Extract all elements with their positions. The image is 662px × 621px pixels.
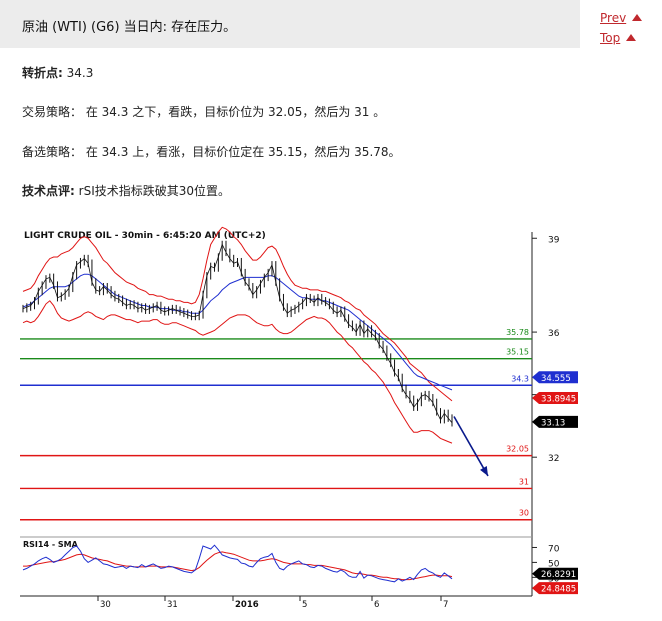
rsi-tick-label: 70 <box>548 544 560 554</box>
rsi-tag-label: 26.8291 <box>541 570 576 580</box>
level-label: 30 <box>519 509 529 518</box>
bollinger-lower-line <box>22 300 453 444</box>
forecast-arrow <box>453 416 489 477</box>
strategy-text: 在 34.3 之下，看跌，目标价位为 32.05，然后为 31 。 <box>85 105 386 119</box>
moving-average-line <box>22 273 453 391</box>
price-tick-label: 39 <box>548 235 560 245</box>
page-title: 原油 (WTI) (G6) 当日内: 存在压力。 <box>22 20 237 35</box>
strategy-line: 交易策略： 在 34.3 之下，看跌，目标价位为 32.05，然后为 31 。 <box>22 103 385 120</box>
level-label: 35.78 <box>506 328 529 337</box>
rsi-line <box>22 544 453 583</box>
triangle-up-icon <box>626 34 637 41</box>
time-tick-label: 30 <box>100 600 111 610</box>
comment-text: rSI技术指标跌破其30位置。 <box>78 184 231 198</box>
price-tag-label: 33.13 <box>541 418 565 428</box>
chart-title: LIGHT CRUDE OIL - 30min - 6:45:20 AM (UT… <box>24 231 266 241</box>
time-tick-label: 7 <box>443 600 448 610</box>
pivot-label: 转折点: <box>22 66 63 80</box>
price-tags: 34.555 33.8945 33.13 <box>532 371 578 428</box>
comment-line: 技术点评: rSI技术指标跌破其30位置。 <box>22 182 230 199</box>
triangle-up-icon <box>632 14 643 21</box>
time-tick-label: 5 <box>302 600 307 610</box>
price-tag-label: 33.8945 <box>541 394 576 404</box>
pivot-line: 转折点: 34.3 <box>22 64 93 81</box>
alternative-text: 在 34.3 上，看涨，目标价位定在 35.15，然后为 35.78。 <box>85 145 401 159</box>
price-tag-label: 34.555 <box>541 374 571 384</box>
time-axis: 30 31 2016 5 6 7 <box>97 596 448 610</box>
price-tick-label: 32 <box>548 454 559 464</box>
prev-link[interactable]: Prev <box>600 8 643 28</box>
level-label: 32.05 <box>506 445 529 454</box>
pivot-value: 34.3 <box>66 66 94 80</box>
price-bars <box>22 240 453 427</box>
alternative-label: 备选策略： <box>22 145 83 159</box>
level-label: 35.15 <box>506 348 529 357</box>
level-label: 34.3 <box>511 374 529 383</box>
prev-label: Prev <box>600 11 627 25</box>
time-tick-label: 2016 <box>235 600 259 610</box>
strategy-label: 交易策略： <box>22 105 83 119</box>
level-label: 31 <box>519 477 529 486</box>
nav-links: Prev Top <box>600 8 643 48</box>
bollinger-upper-line <box>22 226 453 402</box>
alternative-line: 备选策略： 在 34.3 上，看涨，目标价位定在 35.15，然后为 35.78… <box>22 143 401 160</box>
rsi-sma-line <box>23 551 453 581</box>
rsi-panel: RSI14 - SMA70503026.829124.8485 <box>22 540 578 595</box>
time-tick-label: 31 <box>167 600 178 610</box>
rsi-tag-label: 24.8485 <box>541 585 576 595</box>
forecast-arrow-shaft <box>453 416 489 477</box>
price-close-line <box>22 243 453 424</box>
price-chart: LIGHT CRUDE OIL - 30min - 6:45:20 AM (UT… <box>20 226 578 610</box>
level-lines: 35.78 35.15 34.3 32.05 31 30 <box>20 328 532 521</box>
top-label: Top <box>600 31 621 45</box>
chart-frame: 39363432 <box>20 232 560 597</box>
top-link[interactable]: Top <box>600 28 642 48</box>
rsi-title: RSI14 - SMA <box>23 540 79 549</box>
time-tick-label: 6 <box>374 600 379 610</box>
header-bar: 原油 (WTI) (G6) 当日内: 存在压力。 <box>0 0 580 48</box>
comment-label: 技术点评: <box>22 184 75 198</box>
price-tick-label: 36 <box>548 329 560 339</box>
